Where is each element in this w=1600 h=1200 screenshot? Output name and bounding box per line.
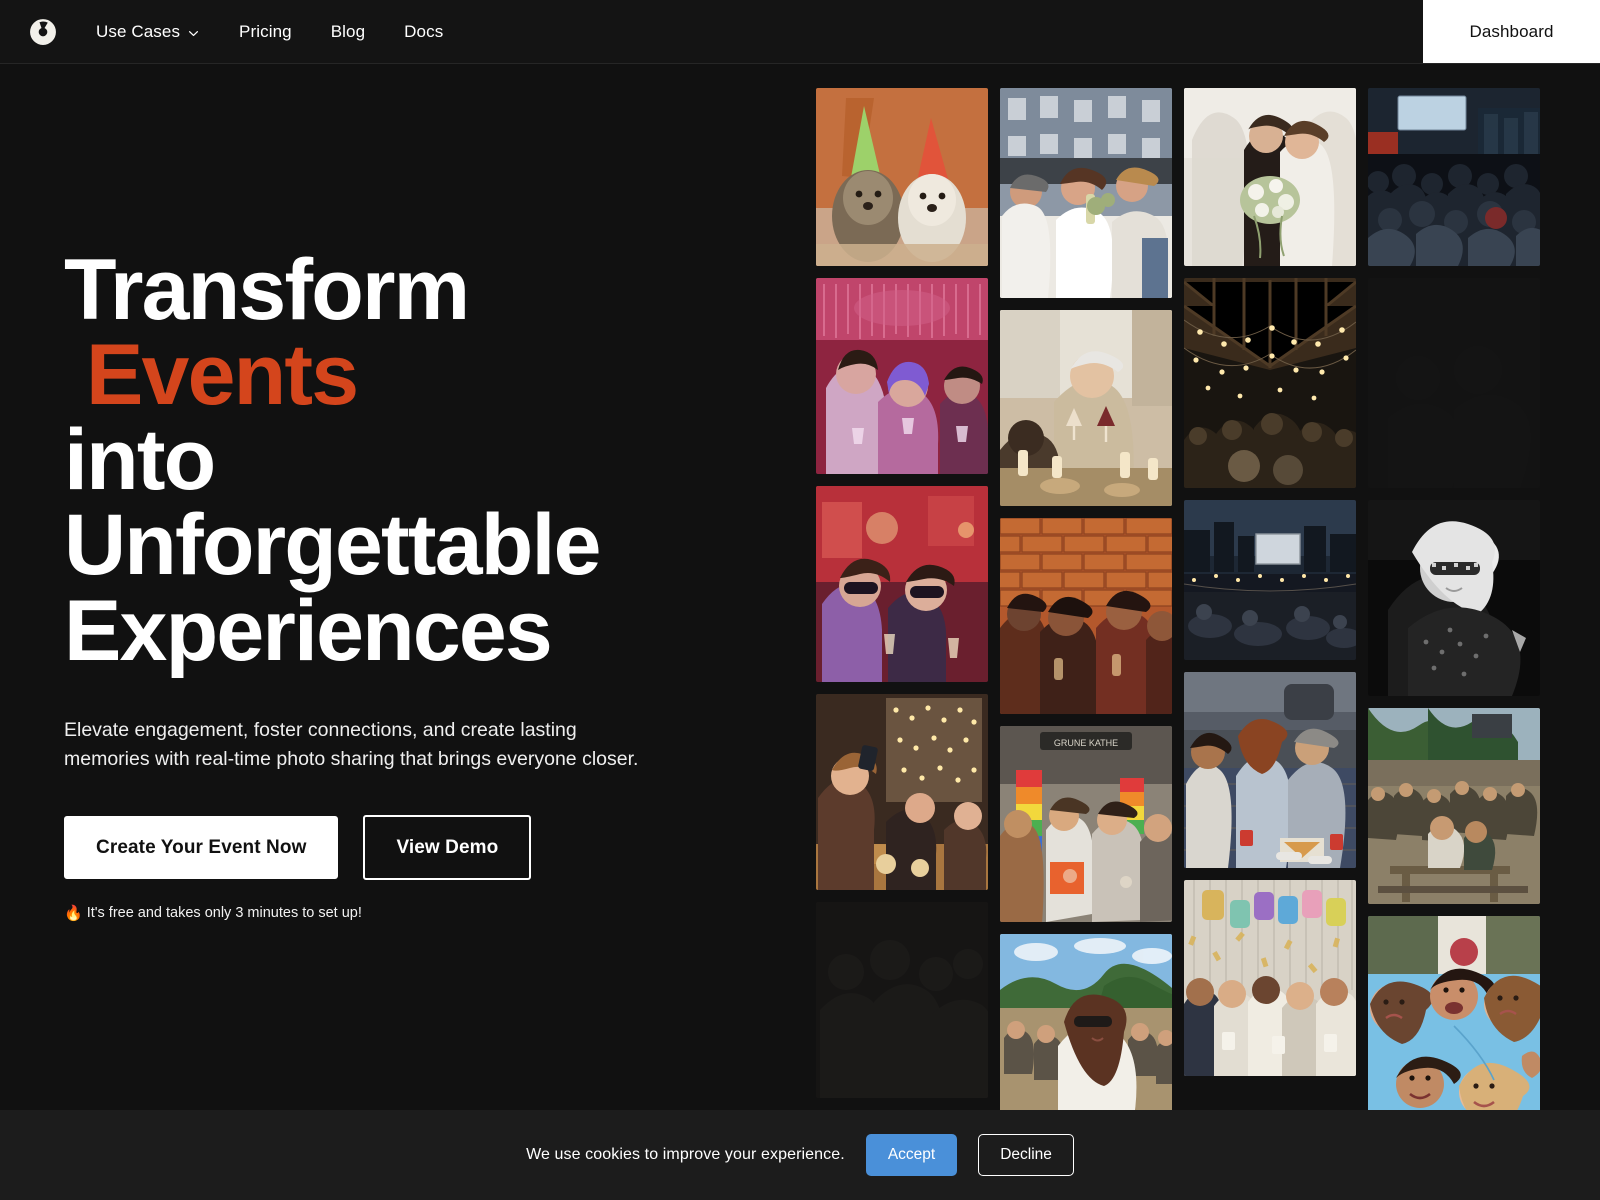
photo-tile-wedding-couple-bouquet[interactable] (1184, 88, 1356, 266)
svg-text:GRUNE KATHE: GRUNE KATHE (1054, 738, 1118, 748)
chevron-down-icon (187, 26, 200, 39)
hero-section: Transform Events into Unforgettable Expe… (64, 242, 744, 921)
cookie-banner-message: We use cookies to improve your experienc… (526, 1146, 845, 1163)
photo-grid-column-4 (1368, 64, 1540, 1130)
photo-tile-two-dogs-party-hats[interactable] (816, 88, 988, 266)
photo-tile-beer-garden-crowd[interactable] (1368, 708, 1540, 904)
hero-title-line-1: Transform (64, 242, 470, 338)
hero-title-line-3: into (64, 412, 216, 509)
top-navbar: Use Cases Pricing Blog Docs Dashboard (0, 0, 1600, 64)
camera-aperture-icon[interactable] (28, 17, 58, 47)
photo-tile-pride-parade-crowd[interactable]: GRUNE KATHE (1000, 726, 1172, 922)
nav-item-blog-label: Blog (330, 22, 366, 41)
free-trial-note: 🔥 It's free and takes only 3 minutes to … (64, 906, 744, 921)
nav-item-pricing-label: Pricing (239, 22, 292, 41)
nav-item-blog[interactable]: Blog (331, 13, 365, 50)
photo-tile-family-dinner-toast[interactable] (1000, 310, 1172, 506)
nav-item-use-cases-label: Use Cases (96, 22, 181, 41)
photo-grid-columns: GRUNE KATHE (780, 64, 1600, 1130)
photo-grid-column-2: GRUNE KATHE (1000, 64, 1172, 1130)
photo-tile-conference-audience[interactable] (1368, 88, 1540, 266)
create-event-button[interactable]: Create Your Event Now (64, 816, 339, 880)
photo-tile-barn-string-lights[interactable] (1184, 278, 1356, 488)
nav-item-docs[interactable]: Docs (404, 13, 443, 50)
hero-photo-collage: GRUNE KATHE (780, 64, 1600, 1200)
photo-grid-column-3 (1184, 64, 1356, 1130)
view-demo-button[interactable]: View Demo (363, 815, 532, 881)
photo-grid-column-1 (816, 64, 988, 1130)
photo-tile-happy-birthday-confetti[interactable] (1184, 880, 1356, 1076)
photo-tile-rooftop-dinner-party[interactable] (1000, 88, 1172, 298)
cookie-decline-button[interactable]: Decline (978, 1134, 1074, 1176)
nav-item-use-cases[interactable]: Use Cases (96, 13, 200, 50)
photo-tile-picnic-pizza-friends[interactable] (1184, 672, 1356, 868)
photo-tile-neon-nightclub-toast[interactable] (816, 278, 988, 474)
photo-tile-friends-circle-overhead[interactable] (1368, 916, 1540, 1112)
photo-tile-christmas-selfie-dinner[interactable] (816, 694, 988, 890)
photo-tile-festival-sunglasses[interactable] (1000, 934, 1172, 1130)
fire-icon: 🔥 (64, 905, 83, 923)
hero-cta-row: Create Your Event Now View Demo (64, 815, 744, 881)
nav-item-docs-label: Docs (404, 22, 444, 41)
nav-item-pricing[interactable]: Pricing (239, 13, 292, 50)
navbar-links: Use Cases Pricing Blog Docs (96, 13, 443, 50)
free-trial-note-label: It's free and takes only 3 minutes to se… (86, 905, 362, 922)
photo-tile-dim-crowd-tile[interactable] (816, 902, 988, 1098)
photo-tile-empty-dark-tile[interactable] (1368, 278, 1540, 488)
photo-tile-bw-disco-portrait[interactable] (1368, 500, 1540, 696)
page-title: Transform Events into Unforgettable Expe… (64, 242, 744, 679)
photo-tile-brick-wall-party[interactable] (1000, 518, 1172, 714)
hero-title-line-5: Experiences (64, 582, 553, 679)
hero-title-line-4: Unforgettable (64, 497, 601, 594)
photo-tile-masquerade-party[interactable] (816, 486, 988, 682)
hero-title-line-2-accent: Events (86, 327, 359, 424)
navbar-left-group: Use Cases Pricing Blog Docs (0, 0, 1423, 63)
photo-tile-outdoor-movie-night[interactable] (1184, 500, 1356, 660)
dashboard-button[interactable]: Dashboard (1423, 0, 1600, 63)
cookie-consent-banner: We use cookies to improve your experienc… (0, 1110, 1600, 1200)
cookie-accept-button[interactable]: Accept (865, 1134, 958, 1176)
hero-subheading: Elevate engagement, foster connections, … (64, 718, 639, 770)
